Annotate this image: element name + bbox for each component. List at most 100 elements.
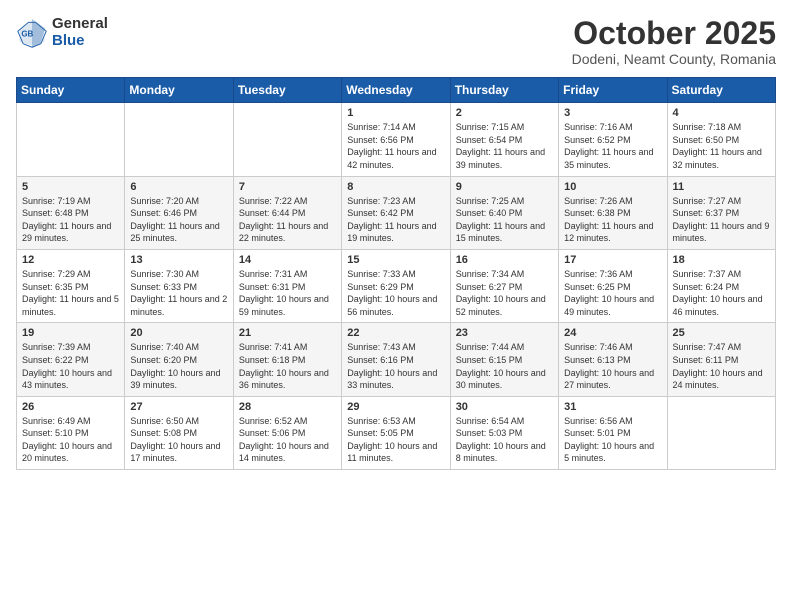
calendar-header: SundayMondayTuesdayWednesdayThursdayFrid… bbox=[17, 78, 776, 103]
calendar-cell: 31Sunrise: 6:56 AM Sunset: 5:01 PM Dayli… bbox=[559, 396, 667, 469]
calendar-cell: 14 Sunrise: 7:31 AM Sunset: 6:31 PM Dayli… bbox=[233, 249, 341, 322]
calendar-week-1: 1 Sunrise: 7:14 AM Sunset: 6:56 PM Daylig… bbox=[17, 103, 776, 176]
title-block: October 2025 Dodeni, Neamt County, Roman… bbox=[572, 16, 776, 67]
day-number: 15 bbox=[347, 254, 444, 266]
calendar-cell: 21 Sunrise: 7:41 AM Sunset: 6:18 PM Dayli… bbox=[233, 323, 341, 396]
day-number: 2 bbox=[456, 107, 553, 119]
calendar-cell: 17 Sunrise: 7:36 AM Sunset: 6:25 PM Dayli… bbox=[559, 249, 667, 322]
day-info: Sunrise: 7:23 AM Sunset: 6:42 PM Dayligh… bbox=[347, 195, 444, 245]
day-number: 1 bbox=[347, 107, 444, 119]
day-number: 24 bbox=[564, 327, 661, 339]
day-info: Sunrise: 7:18 AM Sunset: 6:50 PM Dayligh… bbox=[673, 121, 770, 171]
calendar-cell: 22 Sunrise: 7:43 AM Sunset: 6:16 PM Dayli… bbox=[342, 323, 450, 396]
day-info: Sunrise: 7:22 AM Sunset: 6:44 PM Dayligh… bbox=[239, 195, 336, 245]
day-number: 16 bbox=[456, 254, 553, 266]
day-info: Sunrise: 7:31 AM Sunset: 6:31 PM Dayligh… bbox=[239, 268, 336, 318]
calendar-cell: 23Sunrise: 7:44 AM Sunset: 6:15 PM Dayli… bbox=[450, 323, 558, 396]
day-info: Sunrise: 7:20 AM Sunset: 6:46 PM Dayligh… bbox=[130, 195, 227, 245]
calendar-cell: 15 Sunrise: 7:33 AM Sunset: 6:29 PM Dayli… bbox=[342, 249, 450, 322]
svg-text:GB: GB bbox=[21, 29, 33, 38]
day-info: Sunrise: 6:54 AM Sunset: 5:03 PM Dayligh… bbox=[456, 415, 553, 465]
day-number: 22 bbox=[347, 327, 444, 339]
logo-text: General Blue bbox=[52, 16, 108, 49]
day-number: 23 bbox=[456, 327, 553, 339]
day-number: 31 bbox=[564, 401, 661, 413]
calendar-cell: 2 Sunrise: 7:15 AM Sunset: 6:54 PM Daylig… bbox=[450, 103, 558, 176]
calendar-cell: 28 Sunrise: 6:52 AM Sunset: 5:06 PM Dayli… bbox=[233, 396, 341, 469]
logo: GB General Blue bbox=[16, 16, 108, 49]
calendar-cell: 29Sunrise: 6:53 AM Sunset: 5:05 PM Dayli… bbox=[342, 396, 450, 469]
day-number: 5 bbox=[22, 181, 119, 193]
day-info: Sunrise: 7:30 AM Sunset: 6:33 PM Dayligh… bbox=[130, 268, 227, 318]
day-number: 7 bbox=[239, 181, 336, 193]
day-number: 18 bbox=[673, 254, 770, 266]
calendar-cell: 20 Sunrise: 7:40 AM Sunset: 6:20 PM Dayli… bbox=[125, 323, 233, 396]
day-info: Sunrise: 7:29 AM Sunset: 6:35 PM Dayligh… bbox=[22, 268, 119, 318]
calendar-cell: 11Sunrise: 7:27 AM Sunset: 6:37 PM Dayli… bbox=[667, 176, 775, 249]
day-info: Sunrise: 7:43 AM Sunset: 6:16 PM Dayligh… bbox=[347, 341, 444, 391]
weekday-header-tuesday: Tuesday bbox=[233, 78, 341, 103]
weekday-header-wednesday: Wednesday bbox=[342, 78, 450, 103]
weekday-header-sunday: Sunday bbox=[17, 78, 125, 103]
calendar-cell: 1 Sunrise: 7:14 AM Sunset: 6:56 PM Daylig… bbox=[342, 103, 450, 176]
calendar-cell: 8Sunrise: 7:23 AM Sunset: 6:42 PM Daylig… bbox=[342, 176, 450, 249]
day-info: Sunrise: 7:36 AM Sunset: 6:25 PM Dayligh… bbox=[564, 268, 661, 318]
calendar-cell bbox=[17, 103, 125, 176]
day-info: Sunrise: 6:49 AM Sunset: 5:10 PM Dayligh… bbox=[22, 415, 119, 465]
calendar-cell: 24 Sunrise: 7:46 AM Sunset: 6:13 PM Dayli… bbox=[559, 323, 667, 396]
calendar-cell: 26 Sunrise: 6:49 AM Sunset: 5:10 PM Dayli… bbox=[17, 396, 125, 469]
day-info: Sunrise: 6:53 AM Sunset: 5:05 PM Dayligh… bbox=[347, 415, 444, 465]
day-info: Sunrise: 7:19 AM Sunset: 6:48 PM Dayligh… bbox=[22, 195, 119, 245]
day-number: 17 bbox=[564, 254, 661, 266]
day-info: Sunrise: 7:41 AM Sunset: 6:18 PM Dayligh… bbox=[239, 341, 336, 391]
day-number: 4 bbox=[673, 107, 770, 119]
day-info: Sunrise: 7:46 AM Sunset: 6:13 PM Dayligh… bbox=[564, 341, 661, 391]
page-header: GB General Blue October 2025 Dodeni, Nea… bbox=[16, 16, 776, 67]
weekday-header-row: SundayMondayTuesdayWednesdayThursdayFrid… bbox=[17, 78, 776, 103]
day-number: 19 bbox=[22, 327, 119, 339]
calendar-cell: 3Sunrise: 7:16 AM Sunset: 6:52 PM Daylig… bbox=[559, 103, 667, 176]
calendar-cell: 4 Sunrise: 7:18 AM Sunset: 6:50 PM Daylig… bbox=[667, 103, 775, 176]
day-info: Sunrise: 7:26 AM Sunset: 6:38 PM Dayligh… bbox=[564, 195, 661, 245]
logo-general-text: General bbox=[52, 16, 108, 33]
calendar-cell: 5 Sunrise: 7:19 AM Sunset: 6:48 PM Daylig… bbox=[17, 176, 125, 249]
calendar-week-4: 19 Sunrise: 7:39 AM Sunset: 6:22 PM Dayli… bbox=[17, 323, 776, 396]
logo-icon: GB bbox=[16, 17, 48, 49]
day-info: Sunrise: 7:33 AM Sunset: 6:29 PM Dayligh… bbox=[347, 268, 444, 318]
day-info: Sunrise: 7:47 AM Sunset: 6:11 PM Dayligh… bbox=[673, 341, 770, 391]
month-title: October 2025 bbox=[572, 16, 776, 51]
weekday-header-friday: Friday bbox=[559, 78, 667, 103]
calendar-cell: 16Sunrise: 7:34 AM Sunset: 6:27 PM Dayli… bbox=[450, 249, 558, 322]
day-number: 26 bbox=[22, 401, 119, 413]
day-info: Sunrise: 6:52 AM Sunset: 5:06 PM Dayligh… bbox=[239, 415, 336, 465]
calendar-cell: 19 Sunrise: 7:39 AM Sunset: 6:22 PM Dayli… bbox=[17, 323, 125, 396]
day-number: 25 bbox=[673, 327, 770, 339]
weekday-header-monday: Monday bbox=[125, 78, 233, 103]
calendar-cell: 7 Sunrise: 7:22 AM Sunset: 6:44 PM Daylig… bbox=[233, 176, 341, 249]
day-number: 20 bbox=[130, 327, 227, 339]
calendar-cell: 27Sunrise: 6:50 AM Sunset: 5:08 PM Dayli… bbox=[125, 396, 233, 469]
day-number: 12 bbox=[22, 254, 119, 266]
calendar-cell: 18 Sunrise: 7:37 AM Sunset: 6:24 PM Dayli… bbox=[667, 249, 775, 322]
logo-blue-text: Blue bbox=[52, 33, 108, 50]
calendar-cell bbox=[667, 396, 775, 469]
day-info: Sunrise: 7:14 AM Sunset: 6:56 PM Dayligh… bbox=[347, 121, 444, 171]
day-number: 14 bbox=[239, 254, 336, 266]
day-number: 9 bbox=[456, 181, 553, 193]
day-number: 10 bbox=[564, 181, 661, 193]
day-number: 28 bbox=[239, 401, 336, 413]
day-info: Sunrise: 7:15 AM Sunset: 6:54 PM Dayligh… bbox=[456, 121, 553, 171]
day-info: Sunrise: 7:37 AM Sunset: 6:24 PM Dayligh… bbox=[673, 268, 770, 318]
day-number: 11 bbox=[673, 181, 770, 193]
day-info: Sunrise: 7:40 AM Sunset: 6:20 PM Dayligh… bbox=[130, 341, 227, 391]
calendar-cell bbox=[125, 103, 233, 176]
calendar-cell: 25 Sunrise: 7:47 AM Sunset: 6:11 PM Dayli… bbox=[667, 323, 775, 396]
calendar-cell: 30Sunrise: 6:54 AM Sunset: 5:03 PM Dayli… bbox=[450, 396, 558, 469]
day-info: Sunrise: 7:39 AM Sunset: 6:22 PM Dayligh… bbox=[22, 341, 119, 391]
calendar-cell: 13Sunrise: 7:30 AM Sunset: 6:33 PM Dayli… bbox=[125, 249, 233, 322]
day-info: Sunrise: 7:25 AM Sunset: 6:40 PM Dayligh… bbox=[456, 195, 553, 245]
calendar-cell: 6Sunrise: 7:20 AM Sunset: 6:46 PM Daylig… bbox=[125, 176, 233, 249]
calendar-week-3: 12 Sunrise: 7:29 AM Sunset: 6:35 PM Dayli… bbox=[17, 249, 776, 322]
day-number: 21 bbox=[239, 327, 336, 339]
day-number: 3 bbox=[564, 107, 661, 119]
